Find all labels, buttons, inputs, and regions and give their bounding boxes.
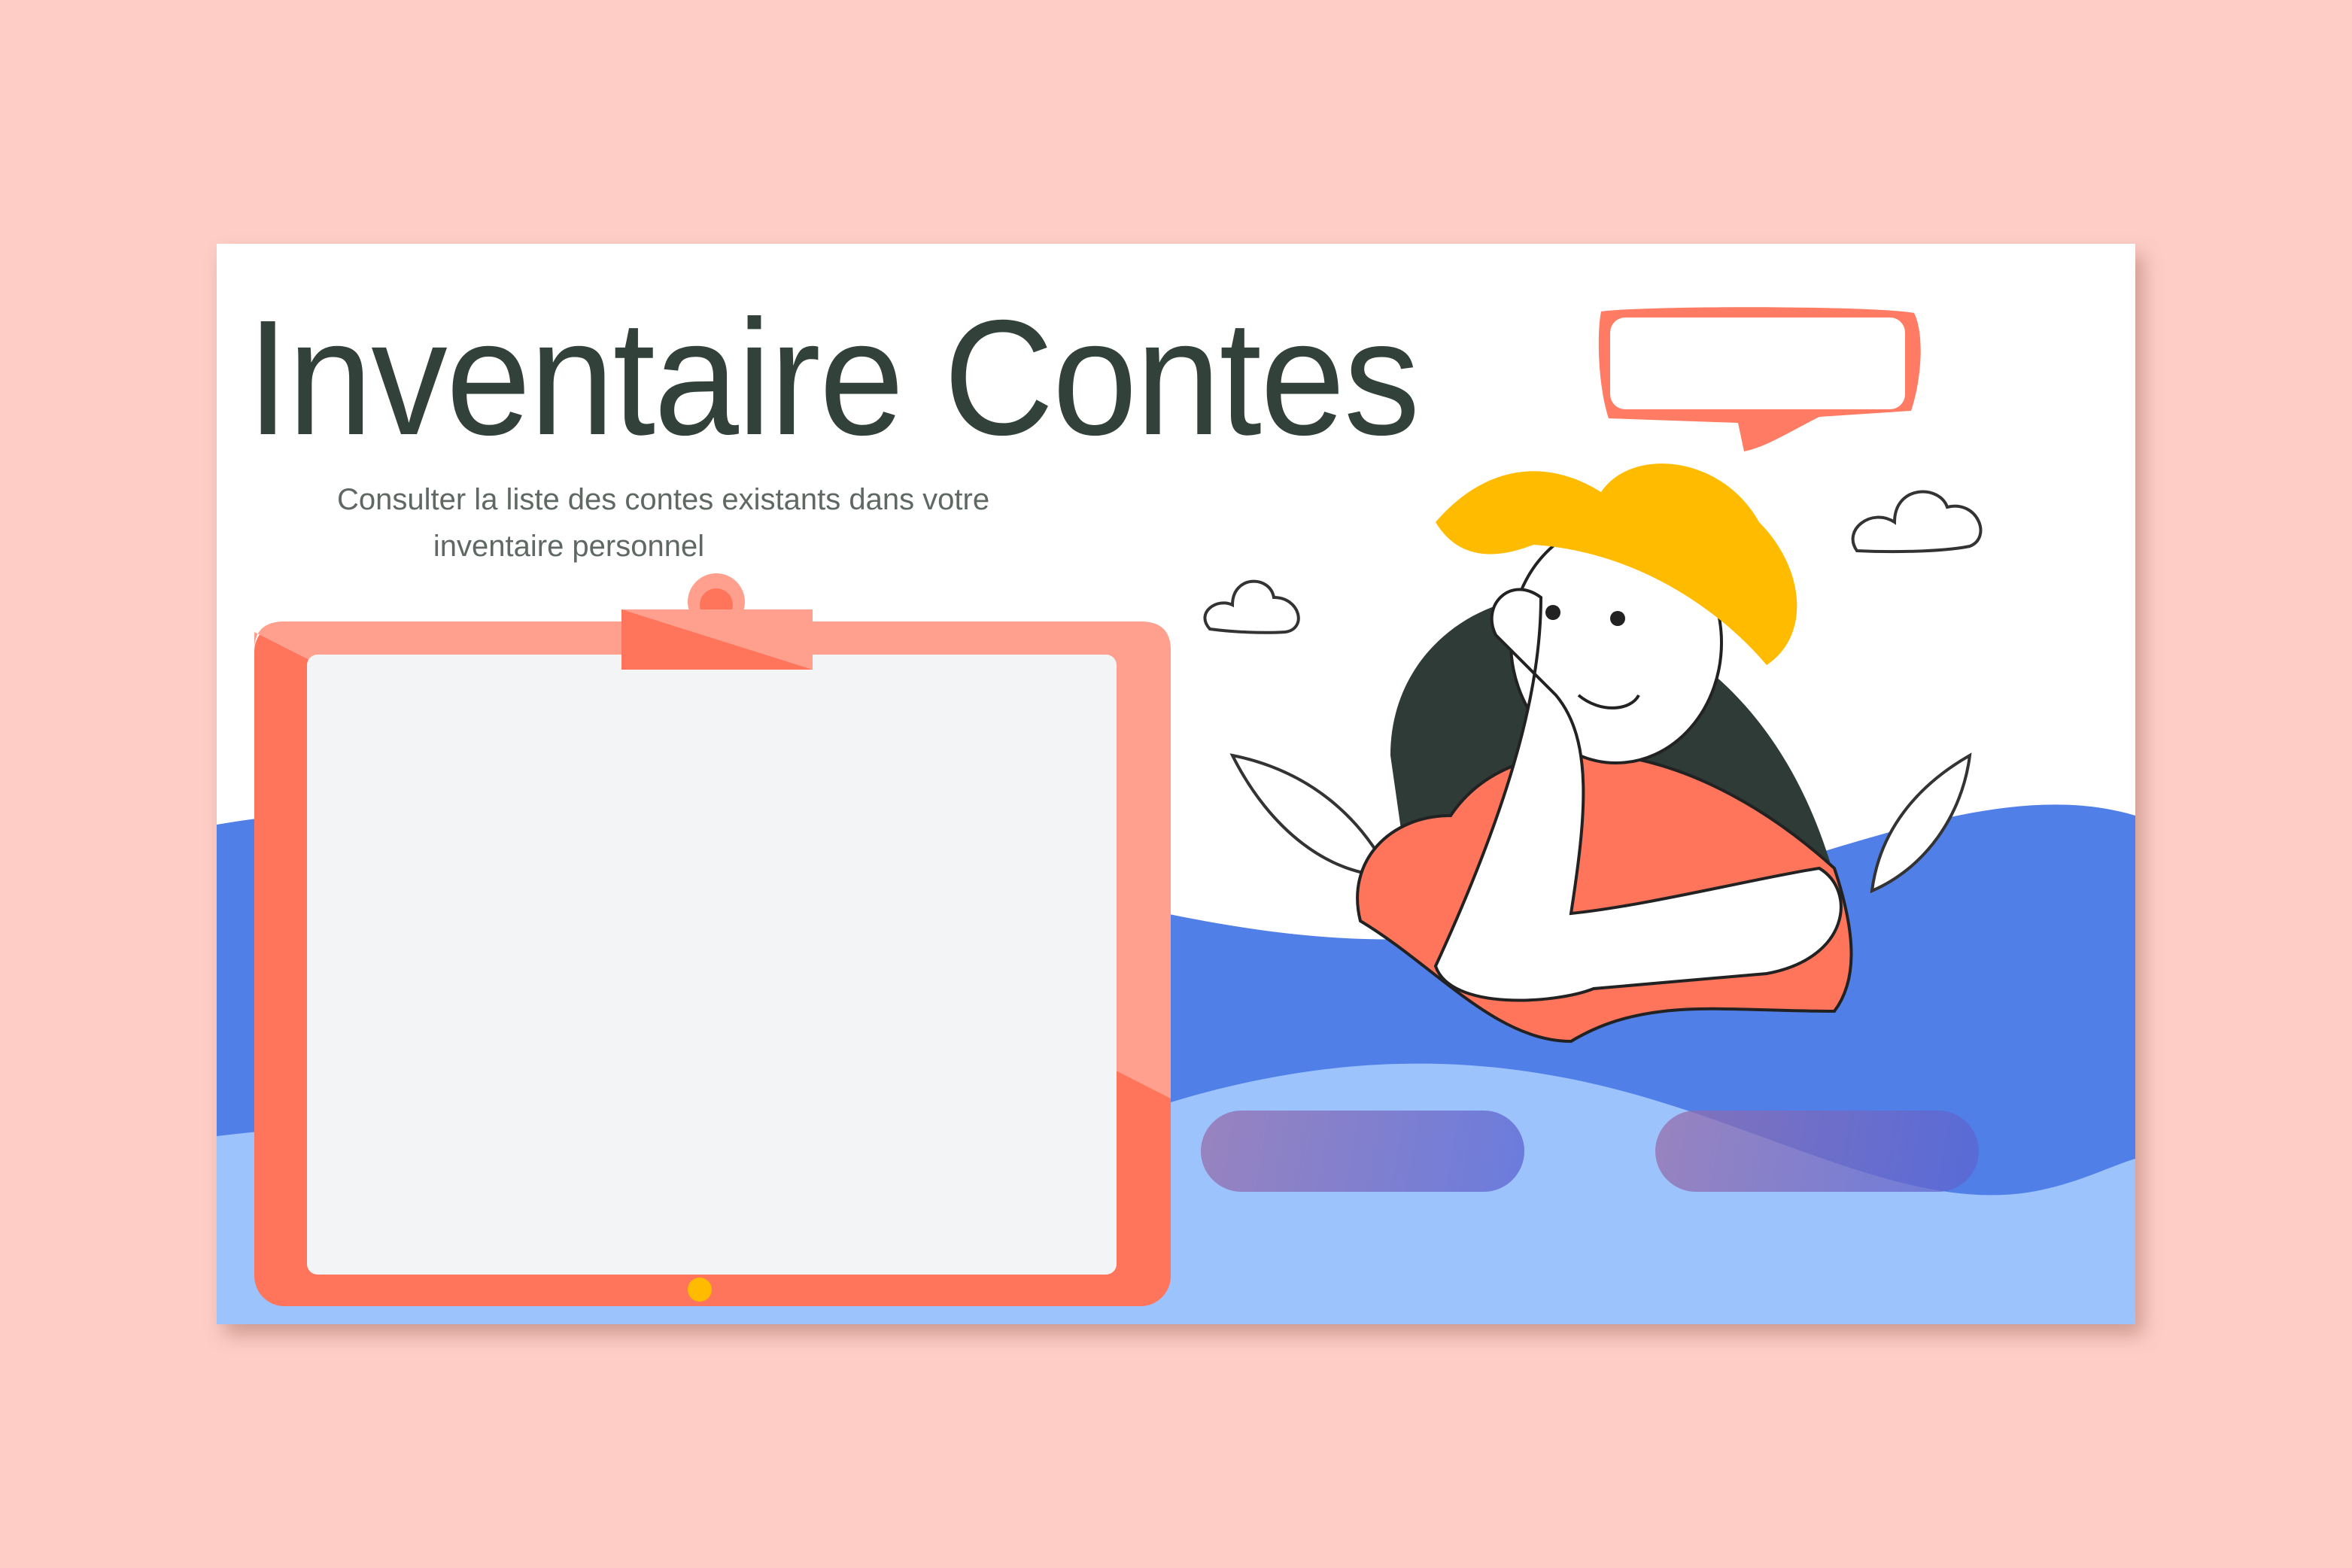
girl-illustration: [1356, 463, 1853, 1044]
cloud-icon: [1851, 490, 1983, 554]
hero-card: Inventaire Contes Consulter la liste des…: [217, 244, 2135, 1324]
page-subtitle-line-1: Consulter la liste des contes existants …: [337, 483, 990, 516]
page-title: Inventaire Contes: [247, 287, 1420, 469]
speech-bubble-icon: [1598, 307, 1921, 451]
page-subtitle-line-2: inventaire personnel: [433, 530, 705, 563]
action-button-left[interactable]: [1201, 1111, 1524, 1192]
action-button-right[interactable]: [1655, 1111, 1979, 1192]
cloud-icon: [1203, 579, 1300, 634]
tablet-illustration: [254, 573, 1171, 1306]
